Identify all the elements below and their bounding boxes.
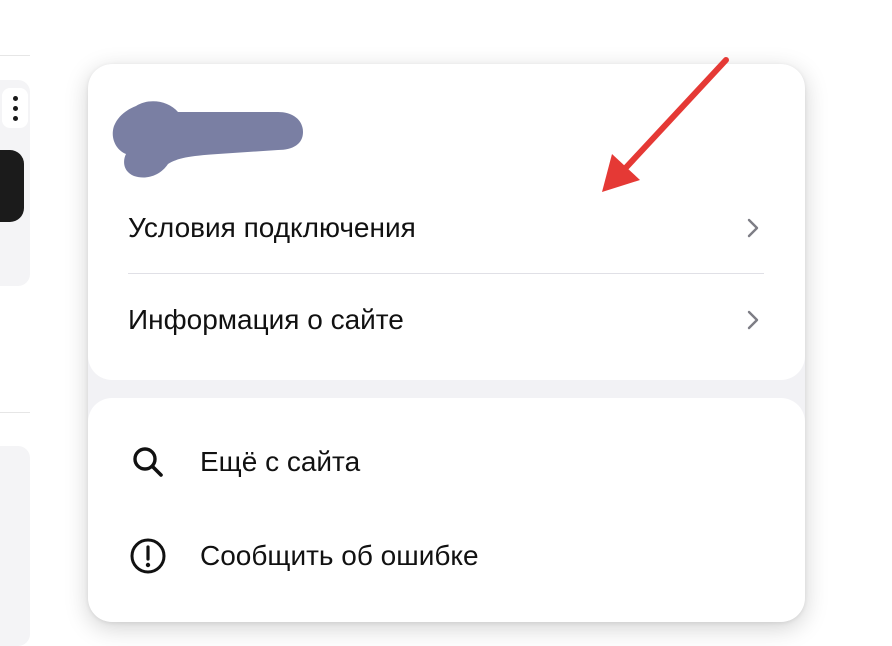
- more-dot-icon: [12, 95, 18, 101]
- report-error-item[interactable]: Сообщить об ошибке: [128, 526, 728, 586]
- more-from-site-label: Ещё с сайта: [200, 446, 361, 477]
- more-dot-icon: [12, 105, 18, 111]
- site-actions-section: Ещё с сайта Сообщить об ошибке: [88, 398, 805, 622]
- product-thumbnail[interactable]: [0, 150, 24, 222]
- chevron-right-icon: [747, 218, 759, 238]
- site-info-label: Информация о сайте: [128, 304, 404, 335]
- site-info-popup: Условия подключения Информация о сайте Е…: [88, 64, 805, 622]
- search-icon: [128, 442, 168, 482]
- chevron-right-icon: [747, 310, 759, 330]
- site-info-item[interactable]: Информация о сайте: [128, 290, 764, 350]
- more-dot-icon: [12, 115, 18, 121]
- site-info-section: Условия подключения Информация о сайте: [88, 64, 805, 380]
- connection-terms-label: Условия подключения: [128, 212, 416, 243]
- exclamation-circle-icon: [128, 536, 168, 576]
- more-options-button[interactable]: [2, 88, 28, 128]
- background-divider: [0, 412, 30, 413]
- report-error-label: Сообщить об ошибке: [200, 540, 479, 571]
- background-product-card: [0, 446, 30, 646]
- background-divider: [0, 55, 30, 56]
- more-from-site-item[interactable]: Ещё с сайта: [128, 432, 728, 492]
- redacted-site-name: [112, 101, 304, 178]
- menu-divider: [128, 273, 764, 274]
- connection-terms-item[interactable]: Условия подключения: [128, 198, 764, 258]
